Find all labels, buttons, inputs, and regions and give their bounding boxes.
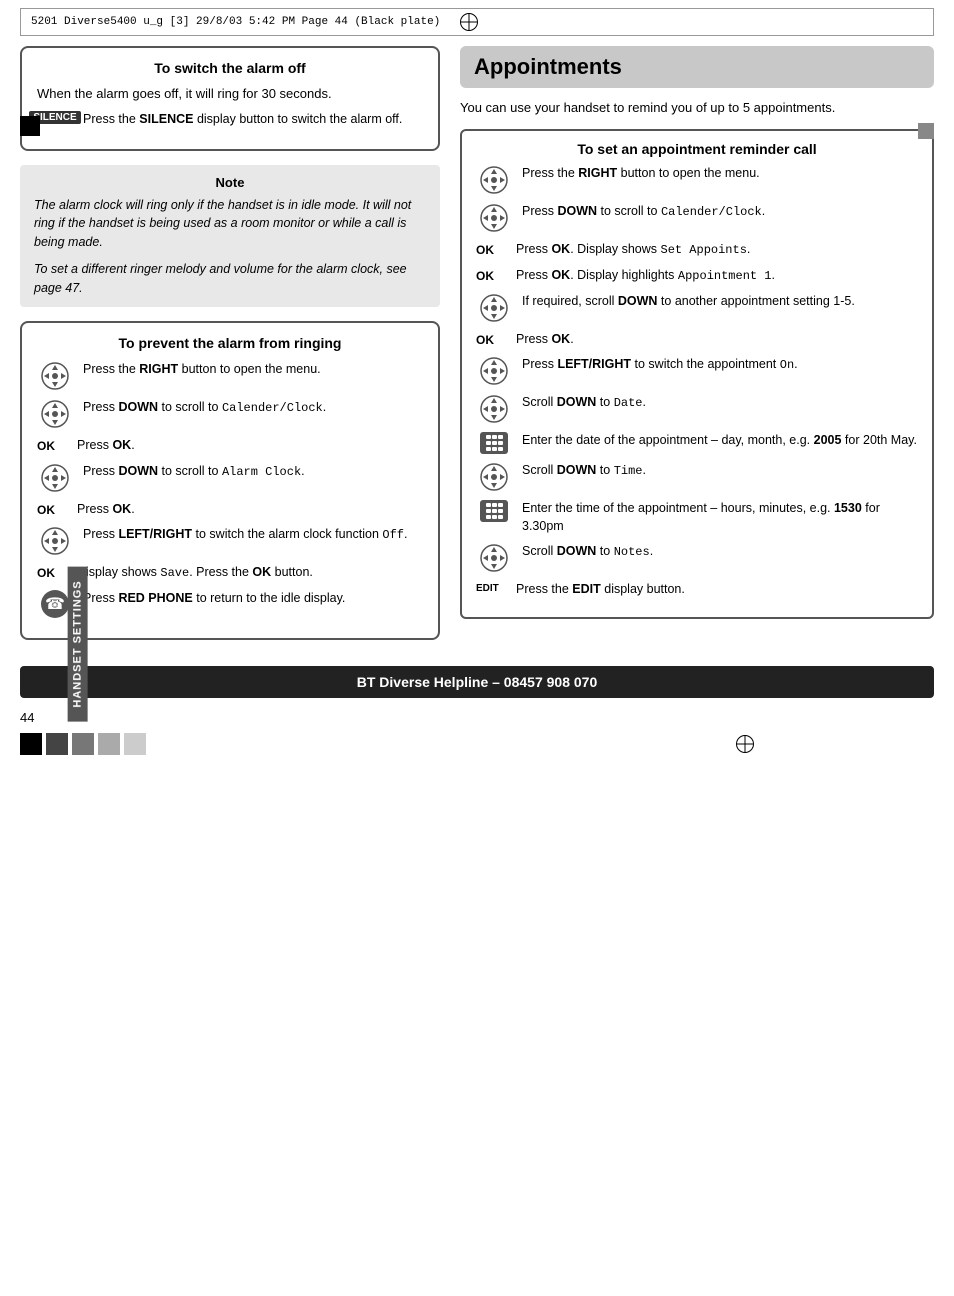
color-mark-black (20, 733, 42, 755)
prevent-step-4-text: Press DOWN to scroll to Alarm Clock. (83, 463, 423, 481)
appt-step-2: Press DOWN to scroll to Calender/Clock. (476, 203, 918, 233)
appt-nav-12 (476, 543, 512, 573)
appt-step-4-text: Press OK. Display highlights Appointment… (516, 267, 918, 285)
appt-ok-3: OK (476, 241, 506, 257)
appt-nav-5 (476, 293, 512, 323)
appt-step-5-text: If required, scroll DOWN to another appo… (522, 293, 918, 311)
registration-mark-black (20, 116, 40, 136)
appt-step-2-text: Press DOWN to scroll to Calender/Clock. (522, 203, 918, 221)
appt-step-12-text: Scroll DOWN to Notes. (522, 543, 918, 561)
right-column: Appointments You can use your handset to… (460, 46, 934, 654)
silence-step-text: Press the SILENCE display button to swit… (83, 111, 423, 129)
nav-icon-2 (37, 399, 73, 429)
edit-label-13: EDIT (476, 581, 506, 594)
color-mark-mid (72, 733, 94, 755)
keyboard-icon-11 (480, 500, 508, 522)
appt-nav-7 (476, 356, 512, 386)
appt-step-3-text: Press OK. Display shows Set Appoints. (516, 241, 918, 259)
appt-step-6: OK Press OK. (476, 331, 918, 349)
color-mark-dark (46, 733, 68, 755)
appt-step-3: OK Press OK. Display shows Set Appoints. (476, 241, 918, 259)
note-title: Note (34, 175, 426, 190)
note-text-1: The alarm clock will ring only if the ha… (34, 196, 426, 252)
prevent-step-6: Press LEFT/RIGHT to switch the alarm clo… (37, 526, 423, 556)
phone-icon: ☎ (41, 590, 69, 618)
left-column: To switch the alarm off When the alarm g… (20, 46, 440, 654)
appt-step-4: OK Press OK. Display highlights Appointm… (476, 267, 918, 285)
appointments-intro: You can use your handset to remind you o… (460, 100, 934, 115)
prevent-step-1-text: Press the RIGHT button to open the menu. (83, 361, 423, 379)
appt-step-9: Enter the date of the appointment – day,… (476, 432, 918, 454)
color-mark-lighter (124, 733, 146, 755)
appt-kbd-11 (476, 500, 512, 522)
appt-step-5: If required, scroll DOWN to another appo… (476, 293, 918, 323)
appt-step-1: Press the RIGHT button to open the menu. (476, 165, 918, 195)
appt-ok-4: OK (476, 267, 506, 283)
prevent-step-4: Press DOWN to scroll to Alarm Clock. (37, 463, 423, 493)
prevent-step-6-text: Press LEFT/RIGHT to switch the alarm clo… (83, 526, 423, 544)
appt-step-9-text: Enter the date of the appointment – day,… (522, 432, 918, 450)
appt-step-12: Scroll DOWN to Notes. (476, 543, 918, 573)
nav-icon-4 (37, 463, 73, 493)
silence-icon-area: SILENCE (37, 111, 73, 124)
crosshair-bottom-mark (736, 735, 754, 753)
appt-step-10-text: Scroll DOWN to Time. (522, 462, 918, 480)
footer-bar: BT Diverse Helpline – 08457 908 070 (20, 666, 934, 698)
appt-step-8-text: Scroll DOWN to Date. (522, 394, 918, 412)
prevent-step-8: ☎ Press RED PHONE to return to the idle … (37, 590, 423, 618)
prevent-step-5: OK Press OK. (37, 501, 423, 519)
appt-nav-10 (476, 462, 512, 492)
appt-step-11-text: Enter the time of the appointment – hour… (522, 500, 918, 535)
switch-alarm-body: When the alarm goes off, it will ring fo… (37, 86, 423, 101)
prevent-alarm-title: To prevent the alarm from ringing (37, 335, 423, 351)
set-appointment-title: To set an appointment reminder call (476, 141, 918, 157)
ok-label-3: OK (37, 437, 67, 453)
appt-step-6-text: Press OK. (516, 331, 918, 349)
header-text: 5201 Diverse5400 u_g [3] 29/8/03 5:42 PM… (31, 16, 440, 28)
appt-step-13-text: Press the EDIT display button. (516, 581, 918, 599)
nav-icon-6 (37, 526, 73, 556)
appt-kbd-9 (476, 432, 512, 454)
appt-step-11: Enter the time of the appointment – hour… (476, 500, 918, 535)
prevent-step-1: Press the RIGHT button to open the menu. (37, 361, 423, 391)
prevent-step-7: OK Display shows Save. Press the OK butt… (37, 564, 423, 582)
appt-ok-6: OK (476, 331, 506, 347)
prevent-step-7-text: Display shows Save. Press the OK button. (77, 564, 423, 582)
appt-step-7: Press LEFT/RIGHT to switch the appointme… (476, 356, 918, 386)
prevent-step-3-text: Press OK. (77, 437, 423, 455)
appt-nav-1 (476, 165, 512, 195)
sidebar-label: HANDSET SETTINGS (68, 566, 88, 721)
switch-alarm-title: To switch the alarm off (37, 60, 423, 76)
appt-nav-2 (476, 203, 512, 233)
silence-step: SILENCE Press the SILENCE display button… (37, 111, 423, 129)
appt-step-13: EDIT Press the EDIT display button. (476, 581, 918, 599)
note-text-2: To set a different ringer melody and vol… (34, 260, 426, 298)
appt-nav-8 (476, 394, 512, 424)
prevent-step-3: OK Press OK. (37, 437, 423, 455)
header-bar: 5201 Diverse5400 u_g [3] 29/8/03 5:42 PM… (20, 8, 934, 36)
switch-alarm-box: To switch the alarm off When the alarm g… (20, 46, 440, 151)
ok-label-7: OK (37, 564, 67, 580)
crosshair-top (460, 13, 478, 31)
crosshair-bottom (736, 735, 754, 753)
bottom-marks (20, 733, 934, 755)
note-box: Note The alarm clock will ring only if t… (20, 165, 440, 308)
appt-step-8: Scroll DOWN to Date. (476, 394, 918, 424)
prevent-step-2-text: Press DOWN to scroll to Calender/Clock. (83, 399, 423, 417)
nav-icon-1 (37, 361, 73, 391)
prevent-step-2: Press DOWN to scroll to Calender/Clock. (37, 399, 423, 429)
appointments-heading: Appointments (460, 46, 934, 88)
appt-step-7-text: Press LEFT/RIGHT to switch the appointme… (522, 356, 918, 374)
appt-step-1-text: Press the RIGHT button to open the menu. (522, 165, 918, 183)
registration-mark-gray (918, 123, 934, 139)
color-mark-light (98, 733, 120, 755)
page-number: 44 (20, 710, 934, 725)
set-appointment-box: To set an appointment reminder call Pres… (460, 129, 934, 619)
prevent-step-8-text: Press RED PHONE to return to the idle di… (83, 590, 423, 608)
prevent-step-5-text: Press OK. (77, 501, 423, 519)
keyboard-icon-9 (480, 432, 508, 454)
ok-label-5: OK (37, 501, 67, 517)
appt-step-10: Scroll DOWN to Time. (476, 462, 918, 492)
